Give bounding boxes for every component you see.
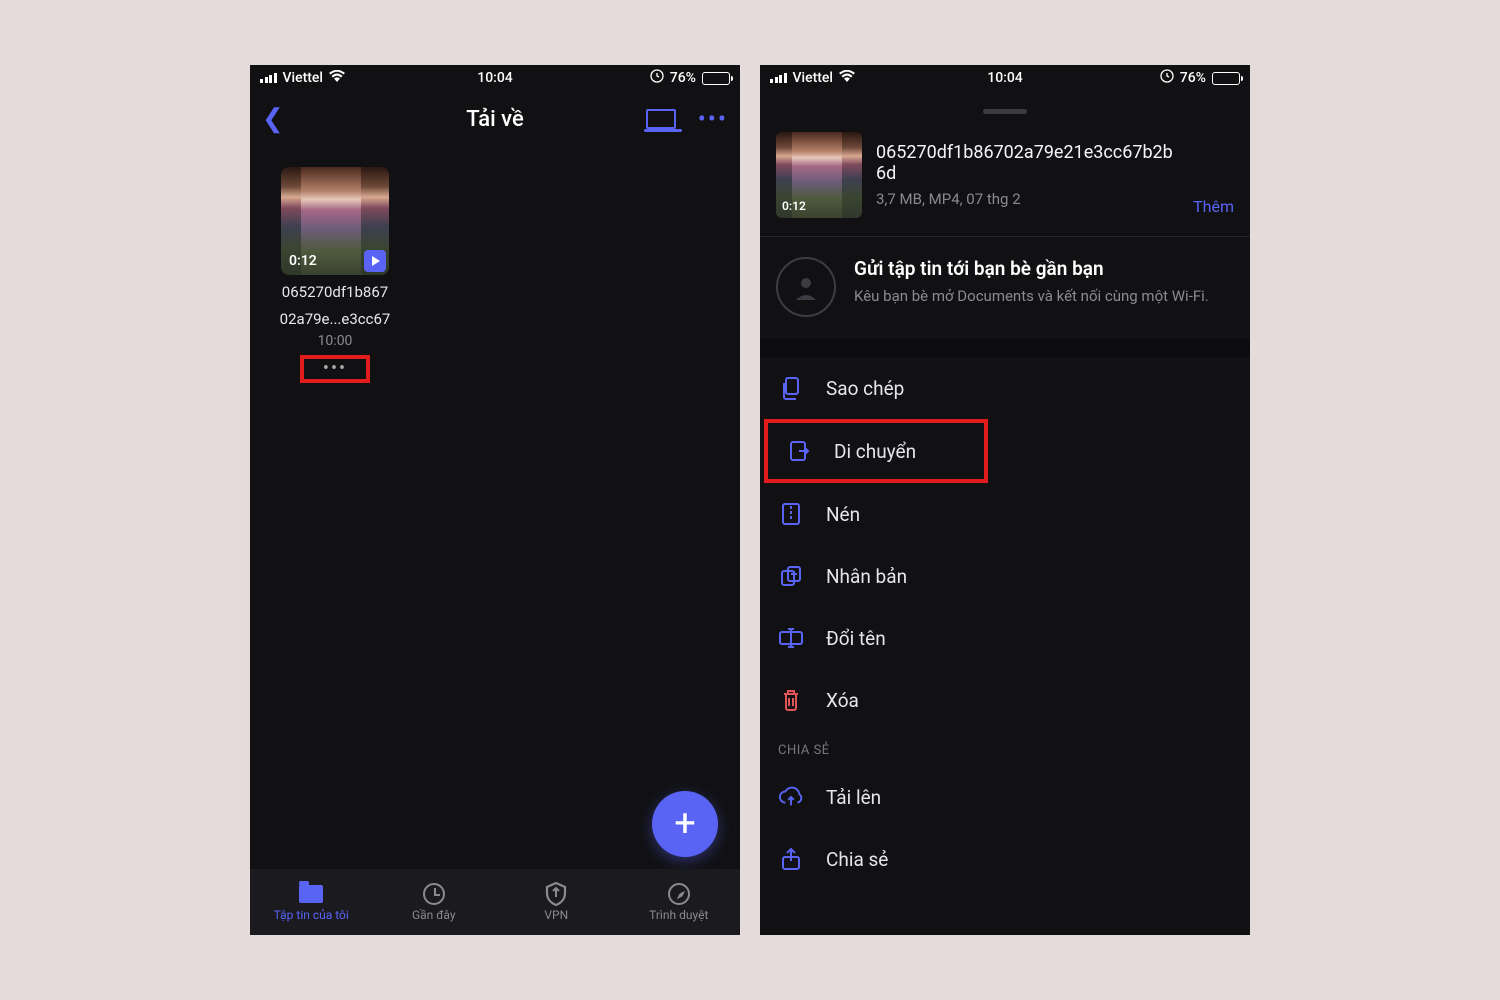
status-right: 76% bbox=[1160, 69, 1240, 87]
avatar-icon bbox=[776, 257, 836, 317]
tab-vpn[interactable]: VPN bbox=[495, 869, 618, 935]
battery-pct: 76% bbox=[670, 70, 696, 86]
action-label: Đổi tên bbox=[826, 627, 886, 650]
action-copy[interactable]: Sao chép bbox=[760, 357, 1250, 419]
cloud-upload-icon bbox=[778, 786, 804, 808]
action-move[interactable]: Di chuyển bbox=[764, 419, 988, 483]
action-delete[interactable]: Xóa bbox=[760, 669, 1250, 731]
action-upload[interactable]: Tải lên bbox=[760, 766, 1250, 828]
phone-left: Viettel 10:04 76% ❮ Tải về ••• 0:12 bbox=[250, 65, 740, 935]
action-list: Sao chép Di chuyển Nén Nhân bản Đổi tên bbox=[760, 357, 1250, 731]
add-button[interactable]: + bbox=[652, 791, 718, 857]
file-name-line1: 065270df1b867 bbox=[270, 283, 400, 302]
duplicate-icon bbox=[778, 564, 804, 588]
status-left: Viettel bbox=[770, 70, 855, 86]
video-thumbnail[interactable]: 0:12 bbox=[281, 167, 389, 275]
clock-icon bbox=[423, 883, 445, 905]
nearby-share-block[interactable]: Gửi tập tin tới bạn bè gần bạn Kêu bạn b… bbox=[760, 237, 1250, 339]
tab-bar: Tập tin của tôi Gần đây VPN Trình duyệt bbox=[250, 869, 740, 935]
signal-icon bbox=[770, 73, 787, 83]
status-left: Viettel bbox=[260, 70, 345, 86]
folder-icon bbox=[299, 885, 323, 903]
rename-icon bbox=[778, 628, 804, 648]
action-rename[interactable]: Đổi tên bbox=[760, 607, 1250, 669]
video-duration: 0:12 bbox=[289, 253, 317, 269]
play-icon[interactable] bbox=[364, 250, 386, 272]
tab-label: Gần đây bbox=[412, 908, 456, 922]
action-label: Di chuyển bbox=[834, 440, 916, 463]
tab-label: Trình duyệt bbox=[649, 908, 708, 922]
status-time: 10:04 bbox=[987, 70, 1023, 86]
back-button[interactable]: ❮ bbox=[262, 104, 284, 134]
action-label: Xóa bbox=[826, 689, 859, 712]
action-label: Nén bbox=[826, 503, 860, 526]
file-name: 065270df1b86702a79e21e3cc67b2b6d bbox=[876, 142, 1179, 184]
video-thumbnail[interactable]: 0:12 bbox=[776, 132, 862, 218]
phone-right: Viettel 10:04 76% 0:12 065270df1b86702a7… bbox=[760, 65, 1250, 935]
signal-icon bbox=[260, 73, 277, 83]
action-duplicate[interactable]: Nhân bản bbox=[760, 545, 1250, 607]
more-link[interactable]: Thêm bbox=[1193, 197, 1234, 216]
carrier-label: Viettel bbox=[283, 70, 324, 86]
file-name-line2: 02a79e...e3cc67 bbox=[270, 310, 400, 329]
file-header: 0:12 065270df1b86702a79e21e3cc67b2b6d 3,… bbox=[760, 114, 1250, 237]
compress-icon bbox=[778, 502, 804, 526]
share-icon bbox=[778, 847, 804, 871]
tab-label: VPN bbox=[544, 908, 568, 922]
action-compress[interactable]: Nén bbox=[760, 483, 1250, 545]
action-label: Nhân bản bbox=[826, 565, 907, 588]
page-title: Tải về bbox=[466, 107, 523, 132]
action-share[interactable]: Chia sẻ bbox=[760, 828, 1250, 890]
file-more-button[interactable]: ••• bbox=[300, 355, 370, 383]
wifi-icon bbox=[839, 70, 855, 86]
shield-icon bbox=[543, 883, 569, 905]
rotation-lock-icon bbox=[1160, 69, 1174, 87]
tab-browser[interactable]: Trình duyệt bbox=[618, 869, 741, 935]
trash-icon bbox=[778, 688, 804, 712]
file-modified: 10:00 bbox=[270, 333, 400, 349]
section-divider bbox=[760, 339, 1250, 357]
status-time: 10:04 bbox=[477, 70, 513, 86]
action-label: Chia sẻ bbox=[826, 848, 888, 871]
nav-header: ❮ Tải về ••• bbox=[250, 91, 740, 147]
wifi-icon bbox=[329, 70, 345, 86]
share-action-list: Tải lên Chia sẻ bbox=[760, 766, 1250, 890]
status-bar: Viettel 10:04 76% bbox=[760, 65, 1250, 91]
action-label: Sao chép bbox=[826, 377, 904, 400]
status-right: 76% bbox=[650, 69, 730, 87]
video-duration: 0:12 bbox=[782, 199, 806, 213]
tab-recent[interactable]: Gần đây bbox=[373, 869, 496, 935]
file-grid: 0:12 065270df1b867 02a79e...e3cc67 10:00… bbox=[250, 147, 740, 403]
status-bar: Viettel 10:04 76% bbox=[250, 65, 740, 91]
tab-label: Tập tin của tôi bbox=[274, 908, 349, 922]
computer-icon[interactable] bbox=[646, 109, 676, 129]
share-title: Gửi tập tin tới bạn bè gần bạn bbox=[854, 257, 1209, 280]
tab-my-files[interactable]: Tập tin của tôi bbox=[250, 869, 373, 935]
battery-icon bbox=[702, 72, 730, 85]
action-label: Tải lên bbox=[826, 786, 881, 809]
compass-icon bbox=[668, 883, 690, 905]
share-section-label: CHIA SẺ bbox=[760, 731, 1250, 766]
battery-icon bbox=[1212, 72, 1240, 85]
more-menu-button[interactable]: ••• bbox=[698, 107, 728, 131]
copy-icon bbox=[778, 376, 804, 400]
battery-pct: 76% bbox=[1180, 70, 1206, 86]
file-meta: 3,7 MB, MP4, 07 thg 2 bbox=[876, 190, 1179, 208]
carrier-label: Viettel bbox=[793, 70, 834, 86]
rotation-lock-icon bbox=[650, 69, 664, 87]
move-icon bbox=[786, 439, 812, 463]
share-subtitle: Kêu bạn bè mở Documents và kết nối cùng … bbox=[854, 286, 1209, 306]
file-item[interactable]: 0:12 065270df1b867 02a79e...e3cc67 10:00… bbox=[270, 167, 400, 383]
